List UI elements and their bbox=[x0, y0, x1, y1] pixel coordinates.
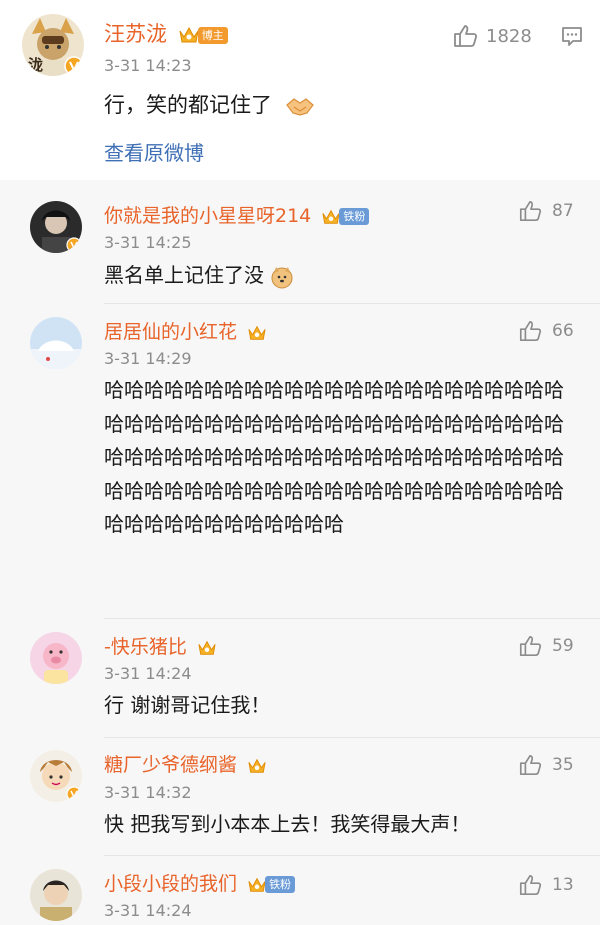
thumbs-up-icon bbox=[519, 754, 542, 776]
comment-time: 3-31 14:24 bbox=[104, 664, 192, 683]
commenter-name[interactable]: 小段小段的我们 铁粉 bbox=[104, 869, 296, 896]
crown-icon bbox=[248, 325, 266, 340]
comment-like-button[interactable]: 66 bbox=[518, 318, 574, 344]
commenter-avatar[interactable] bbox=[30, 750, 82, 802]
commenter-avatar[interactable] bbox=[30, 632, 82, 684]
commenter-name[interactable]: -快乐猪比 bbox=[104, 632, 217, 659]
comment-item: 居居仙的小红花 3-31 14:29 哈哈哈哈哈哈哈哈哈哈哈哈哈哈哈哈哈哈哈哈哈… bbox=[0, 304, 600, 619]
avatar-text: 泷 bbox=[28, 56, 44, 74]
crown-icon bbox=[198, 640, 216, 655]
comment-text: 快 把我写到小本本上去！我笑得最大声！ bbox=[104, 812, 471, 836]
thumbs-up-icon bbox=[519, 320, 542, 342]
verified-icon bbox=[64, 56, 84, 76]
crown-icon bbox=[179, 26, 199, 43]
view-original-link[interactable]: 查看原微博 bbox=[104, 137, 204, 166]
thumbs-up-icon bbox=[519, 635, 542, 657]
comment-like-button[interactable]: 87 bbox=[518, 198, 574, 224]
comment-like-count: 59 bbox=[552, 636, 574, 656]
comment-item: 糖厂少爷德纲酱 3-31 14:32 快 把我写到小本本上去！我笑得最大声！ 3… bbox=[0, 738, 600, 856]
comment-time: 3-31 14:32 bbox=[104, 783, 192, 802]
comment-item: 你就是我的小星星呀214 铁粉 3-31 14:25 黑名单上记住了没 87 bbox=[0, 184, 600, 304]
commenter-name[interactable]: 居居仙的小红花 bbox=[104, 317, 267, 344]
comment-like-count: 87 bbox=[552, 201, 574, 221]
fan-badge: 铁粉 bbox=[265, 876, 296, 893]
comment-time: 3-31 14:29 bbox=[104, 349, 192, 368]
original-post: 泷 汪苏泷 博主 3-31 14:23 行，笑的都记住了 查看原微博 1828 bbox=[0, 0, 600, 180]
comment-text: 黑名单上记住了没 bbox=[104, 259, 564, 293]
thumbs-up-icon bbox=[519, 200, 542, 222]
comment-time: 3-31 14:25 bbox=[104, 233, 192, 252]
verified-icon bbox=[66, 237, 82, 253]
thumbs-up-icon bbox=[454, 25, 478, 47]
comment-like-button[interactable]: 13 bbox=[518, 872, 574, 898]
thumbs-up-icon bbox=[519, 874, 542, 896]
post-time: 3-31 14:23 bbox=[104, 56, 192, 75]
post-like-button[interactable]: 1828 bbox=[452, 22, 532, 50]
post-author-avatar[interactable]: 泷 bbox=[22, 14, 84, 76]
verified-icon bbox=[66, 786, 82, 802]
comment-like-button[interactable]: 59 bbox=[518, 633, 574, 659]
fan-badge: 铁粉 bbox=[339, 208, 370, 225]
comment-item: 小段小段的我们 铁粉 3-31 14:24 13 bbox=[0, 856, 600, 925]
crown-icon bbox=[248, 877, 266, 892]
post-text: 行，笑的都记住了 bbox=[104, 89, 315, 119]
crown-icon bbox=[322, 209, 340, 224]
post-author-name[interactable]: 汪苏泷 博主 bbox=[104, 18, 228, 48]
commenter-name[interactable]: 糖厂少爷德纲酱 bbox=[104, 750, 267, 777]
comment-text: 行 谢谢哥记住我！ bbox=[104, 693, 271, 717]
commenter-avatar[interactable] bbox=[30, 317, 82, 369]
comment-text: 哈哈哈哈哈哈哈哈哈哈哈哈哈哈哈哈哈哈哈哈哈哈哈哈哈哈哈哈哈哈哈哈哈哈哈哈哈哈哈哈… bbox=[104, 378, 564, 536]
commenter-avatar[interactable] bbox=[30, 201, 82, 253]
comment-message-button[interactable] bbox=[560, 24, 584, 52]
comment-like-count: 66 bbox=[552, 321, 574, 341]
comment-like-button[interactable]: 35 bbox=[518, 752, 574, 778]
comment-like-count: 13 bbox=[552, 875, 574, 895]
crown-icon bbox=[248, 758, 266, 773]
comment-item: -快乐猪比 3-31 14:24 行 谢谢哥记住我！ 59 bbox=[0, 619, 600, 738]
commenter-avatar[interactable] bbox=[30, 869, 82, 921]
host-badge: 博主 bbox=[197, 26, 228, 44]
handshake-emoji bbox=[285, 98, 314, 116]
post-like-count: 1828 bbox=[486, 25, 532, 47]
message-icon bbox=[562, 27, 582, 46]
comment-like-count: 35 bbox=[552, 755, 574, 775]
doge-emoji bbox=[271, 266, 293, 288]
comment-list: 你就是我的小星星呀214 铁粉 3-31 14:25 黑名单上记住了没 87 居… bbox=[0, 180, 600, 925]
commenter-name[interactable]: 你就是我的小星星呀214 铁粉 bbox=[104, 201, 370, 228]
comment-time: 3-31 14:24 bbox=[104, 901, 192, 920]
